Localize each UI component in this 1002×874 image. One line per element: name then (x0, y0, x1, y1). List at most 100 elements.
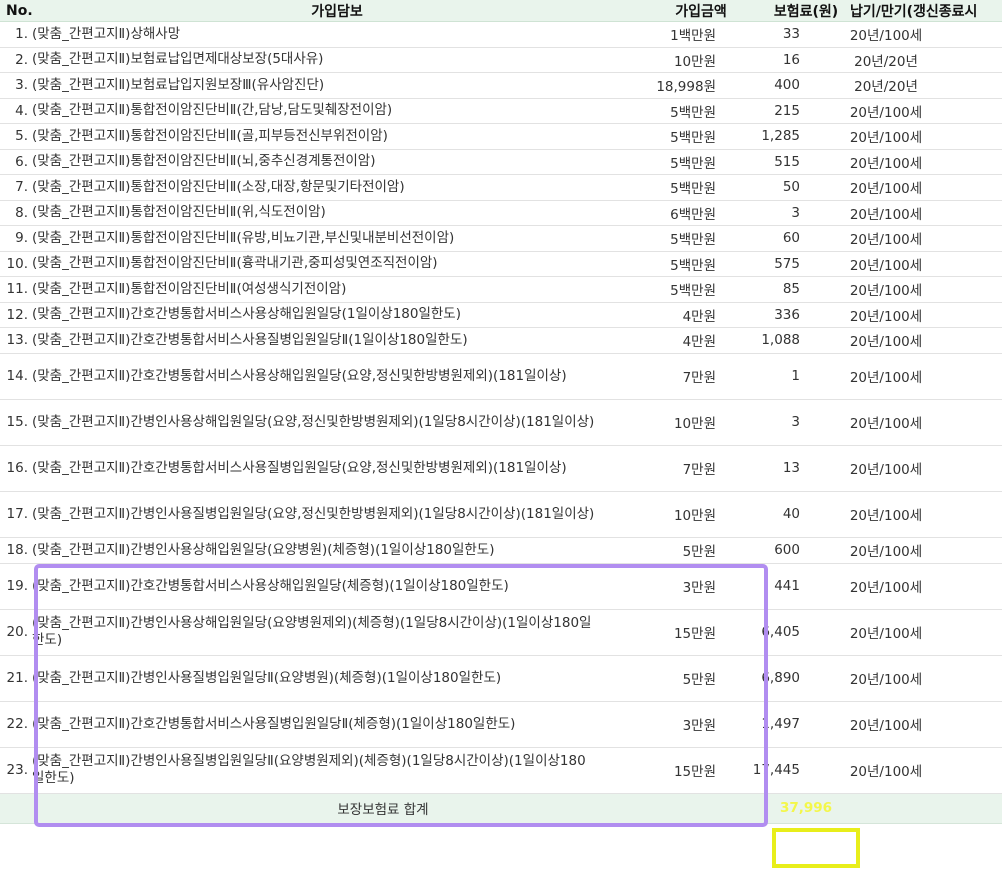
coverage-premium: 3 (791, 204, 800, 221)
table-row: 18. (맞춤_간편고지Ⅱ)간병인사용상해입원일당(요양병원)(체증형)(1일이상… (0, 537, 1002, 564)
coverage-name: (맞춤_간편고지Ⅱ)간호간병통합서비스사용상해입원일당(1일이상180일한도) (32, 306, 461, 323)
coverage-premium: 1,088 (761, 332, 800, 349)
row-number: 4. (15, 102, 28, 119)
row-number: 3. (15, 77, 28, 94)
table-row: 6. (맞춤_간편고지Ⅱ)통합전이암진단비Ⅱ(뇌,중추신경계통전이암) 5백만원 51… (0, 149, 1002, 175)
highlight-box-total (772, 828, 860, 868)
header-no: No. (6, 2, 33, 19)
coverage-amount: 5백만원 (670, 232, 716, 249)
coverage-term: 20년/100세 (849, 155, 923, 172)
coverage-premium: 6,405 (761, 624, 800, 640)
table-row: 19. (맞춤_간편고지Ⅱ)간호간병통합서비스사용상해입원일당(체증형)(1일이상… (0, 563, 1002, 610)
table-row: 23. (맞춤_간편고지Ⅱ)간병인사용질병입원일당Ⅱ(요양병원제외)(체증형)(1… (0, 747, 1002, 794)
row-number: 1. (15, 26, 28, 43)
coverage-term: 20년/100세 (849, 672, 923, 688)
coverage-amount: 10만원 (673, 508, 716, 524)
coverage-amount: 7만원 (682, 370, 716, 386)
table-row: 16. (맞춤_간편고지Ⅱ)간호간병통합서비스사용질병입원일당(요양,정신및한방병… (0, 445, 1002, 492)
coverage-premium: 441 (774, 578, 800, 594)
coverage-name: (맞춤_간편고지Ⅱ)간병인사용질병입원일당Ⅱ(요양병원제외)(체증형)(1일당8… (32, 753, 586, 786)
coverage-name: (맞춤_간편고지Ⅱ)간병인사용질병입원일당(요양,정신및한방병원제외)(1일당8… (32, 505, 595, 522)
coverage-term: 20년/100세 (849, 104, 923, 121)
coverage-amount: 5백만원 (670, 257, 716, 274)
coverage-amount: 5백만원 (670, 130, 716, 147)
header-term: 납기/만기(갱신종료시 (850, 3, 978, 20)
row-number: 6. (15, 153, 28, 170)
coverage-amount: 5만원 (682, 672, 716, 688)
coverage-name: (맞춤_간편고지Ⅱ)간호간병통합서비스사용질병입원일당Ⅱ(체증형)(1일이상18… (32, 715, 516, 732)
coverage-amount: 6백만원 (670, 206, 716, 223)
coverage-premium: 13 (782, 460, 800, 476)
coverage-amount: 5백만원 (670, 181, 716, 198)
row-number: 18. (6, 542, 28, 558)
coverage-term: 20년/100세 (849, 232, 923, 249)
coverage-amount: 5백만원 (670, 283, 716, 300)
table-header: No. 가입담보 가입금액 보험료(원) 납기/만기(갱신종료시 (0, 0, 1002, 22)
table-row: 2. (맞춤_간편고지Ⅱ)보험료납입면제대상보장(5대사유) 10만원 16 20년/2… (0, 47, 1002, 73)
total-label: 보장보험료 합계 (337, 802, 429, 818)
coverage-name: (맞춤_간편고지Ⅱ)통합전이암진단비Ⅱ(흉곽내기관,중피성및연조직전이암) (32, 255, 438, 272)
coverage-name: (맞춤_간편고지Ⅱ)간호간병통합서비스사용질병입원일당(요양,정신및한방병원제외… (32, 459, 567, 476)
table-row: 14. (맞춤_간편고지Ⅱ)간호간병통합서비스사용상해입원일당(요양,정신및한방병… (0, 353, 1002, 400)
table-row: 12. (맞춤_간편고지Ⅱ)간호간병통합서비스사용상해입원일당(1일이상180일한… (0, 302, 1002, 328)
coverage-name: (맞춤_간편고지Ⅱ)통합전이암진단비Ⅱ(위,식도전이암) (32, 204, 326, 221)
row-number: 12. (6, 306, 28, 323)
coverage-amount: 1백만원 (670, 28, 716, 45)
row-number: 7. (15, 179, 28, 196)
row-number: 8. (15, 204, 28, 221)
table-row: 8. (맞춤_간편고지Ⅱ)통합전이암진단비Ⅱ(위,식도전이암) 6백만원 3 20년/1… (0, 200, 1002, 226)
coverage-amount: 5만원 (682, 544, 716, 560)
row-number: 13. (6, 332, 28, 349)
coverage-premium: 16 (782, 51, 800, 68)
coverage-premium: 515 (774, 153, 800, 170)
coverage-amount: 10만원 (673, 416, 716, 432)
coverage-table: No. 가입담보 가입금액 보험료(원) 납기/만기(갱신종료시 1. (맞춤_간… (0, 0, 1002, 824)
row-number: 9. (15, 230, 28, 247)
table-row: 13. (맞춤_간편고지Ⅱ)간호간병통합서비스사용질병입원일당Ⅱ(1일이상180일… (0, 328, 1002, 354)
coverage-amount: 7만원 (682, 462, 716, 478)
table-row: 1. (맞춤_간편고지Ⅱ)상해사망 1백만원 33 20년/100세 (0, 22, 1002, 48)
table-row: 17. (맞춤_간편고지Ⅱ)간병인사용질병입원일당(요양,정신및한방병원제외)(1… (0, 491, 1002, 538)
row-number: 16. (6, 460, 28, 476)
row-number: 23. (6, 762, 28, 778)
row-number: 19. (6, 578, 28, 594)
table-row: 9. (맞춤_간편고지Ⅱ)통합전이암진단비Ⅱ(유방,비뇨기관,부신및내분비선전이암… (0, 226, 1002, 252)
coverage-name: (맞춤_간편고지Ⅱ)간병인사용질병입원일당Ⅱ(요양병원)(체증형)(1일이상18… (32, 669, 502, 686)
coverage-term: 20년/20년 (854, 53, 918, 70)
coverage-amount: 18,998원 (656, 79, 716, 96)
table-row: 11. (맞춤_간편고지Ⅱ)통합전이암진단비Ⅱ(여성생식기전이암) 5백만원 85 20… (0, 277, 1002, 303)
coverage-premium: 1,285 (761, 128, 800, 145)
header-coverage: 가입담보 (311, 3, 363, 20)
coverage-amount: 5백만원 (670, 104, 716, 121)
row-number: 2. (15, 51, 28, 68)
coverage-premium: 336 (774, 306, 800, 323)
coverage-name: (맞춤_간편고지Ⅱ)간호간병통합서비스사용상해입원일당(요양,정신및한방병원제외… (32, 367, 567, 384)
coverage-term: 20년/100세 (849, 462, 923, 478)
coverage-name: (맞춤_간편고지Ⅱ)통합전이암진단비Ⅱ(여성생식기전이암) (32, 280, 347, 297)
coverage-term: 20년/100세 (849, 580, 923, 596)
coverage-term: 20년/100세 (849, 206, 923, 223)
table-row: 21. (맞춤_간편고지Ⅱ)간병인사용질병입원일당Ⅱ(요양병원)(체증형)(1일이… (0, 655, 1002, 702)
table-row: 10. (맞춤_간편고지Ⅱ)통합전이암진단비Ⅱ(흉곽내기관,중피성및연조직전이암)… (0, 251, 1002, 277)
table-row: 5. (맞춤_간편고지Ⅱ)통합전이암진단비Ⅱ(골,피부등전신부위전이암) 5백만원 1… (0, 124, 1002, 150)
coverage-term: 20년/100세 (849, 283, 923, 300)
row-number: 21. (6, 670, 28, 686)
table-row: 22. (맞춤_간편고지Ⅱ)간호간병통합서비스사용질병입원일당Ⅱ(체증형)(1일이… (0, 701, 1002, 748)
coverage-name: (맞춤_간편고지Ⅱ)보험료납입지원보장Ⅲ(유사암진단) (32, 76, 325, 93)
row-number: 22. (6, 716, 28, 732)
coverage-premium: 1,497 (761, 716, 800, 732)
coverage-term: 20년/100세 (849, 544, 923, 560)
table-row: 7. (맞춤_간편고지Ⅱ)통합전이암진단비Ⅱ(소장,대장,항문및기타전이암) 5백만… (0, 175, 1002, 201)
row-number: 20. (6, 624, 28, 640)
coverage-amount: 4만원 (682, 308, 716, 325)
table-row: 20. (맞춤_간편고지Ⅱ)간병인사용상해입원일당(요양병원제외)(체증형)(1일… (0, 609, 1002, 656)
coverage-amount: 15만원 (673, 764, 716, 780)
coverage-premium: 33 (782, 26, 800, 43)
row-number: 10. (6, 255, 28, 272)
table-row: 3. (맞춤_간편고지Ⅱ)보험료납입지원보장Ⅲ(유사암진단) 18,998원 400 2… (0, 73, 1002, 99)
coverage-term: 20년/100세 (849, 370, 923, 386)
coverage-premium: 17,445 (752, 762, 800, 778)
coverage-name: (맞춤_간편고지Ⅱ)통합전이암진단비Ⅱ(간,담낭,담도및췌장전이암) (32, 102, 393, 119)
coverage-premium: 50 (782, 179, 800, 196)
row-number: 5. (15, 128, 28, 145)
